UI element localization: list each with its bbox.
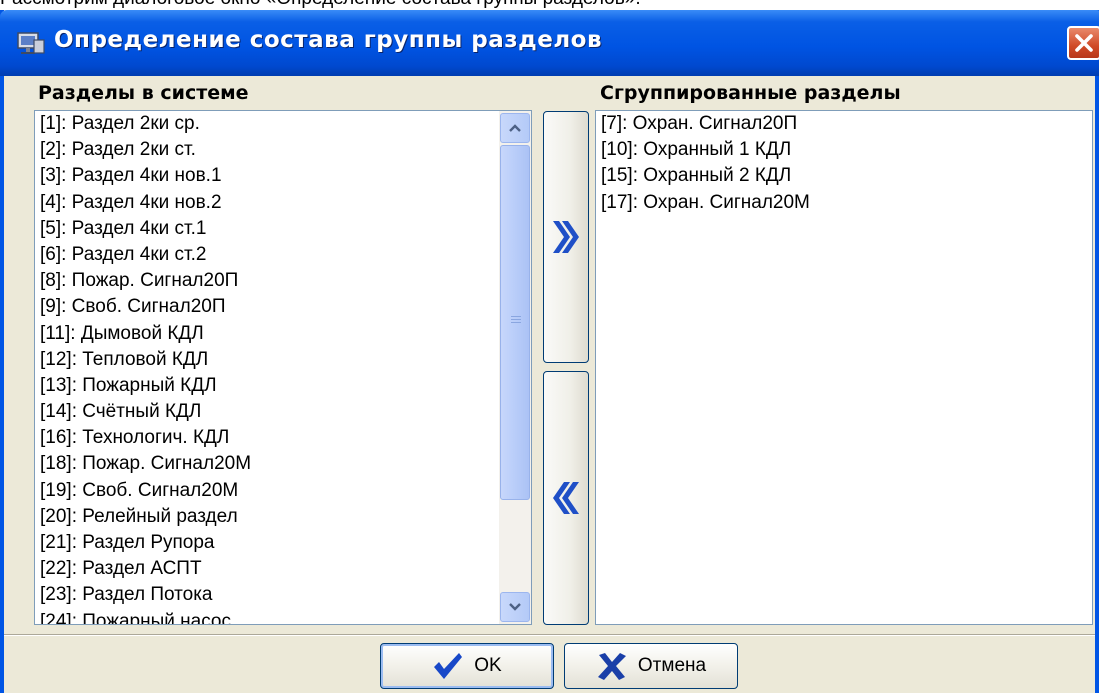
list-item[interactable]: [18]: Пожар. Сигнал20М — [35, 451, 251, 477]
scroll-up-button[interactable] — [500, 113, 530, 143]
list-item[interactable]: [15]: Охранный 2 КДЛ — [596, 163, 810, 189]
close-icon — [1075, 34, 1093, 52]
available-sections-list[interactable]: [1]: Раздел 2ки ср. [2]: Раздел 2ки ст. [3… — [34, 110, 532, 625]
scroll-grip — [511, 316, 521, 326]
list-item[interactable]: [19]: Своб. Сигнал20М — [35, 478, 251, 504]
chevron-up-icon — [509, 124, 521, 132]
cancel-button-label: Отмена — [637, 655, 707, 676]
double-chevron-left-icon — [553, 482, 579, 514]
checkmark-icon — [434, 653, 463, 679]
list-item[interactable]: [21]: Раздел Рупора — [35, 530, 251, 556]
list-item[interactable]: [10]: Охранный 1 КДЛ — [596, 137, 810, 163]
scroll-down-button[interactable] — [500, 592, 530, 622]
list-item[interactable]: [2]: Раздел 2ки ст. — [35, 137, 251, 163]
grouped-sections-label: Сгруппированные разделы — [600, 82, 901, 104]
ok-button[interactable]: OK — [380, 643, 554, 689]
list-item[interactable]: [9]: Своб. Сигнал20П — [35, 294, 251, 320]
list-item[interactable]: [5]: Раздел 4ки ст.1 — [35, 216, 251, 242]
list-item[interactable]: [17]: Охран. Сигнал20М — [596, 190, 810, 216]
list-item[interactable]: [14]: Счётный КДЛ — [35, 399, 251, 425]
list-item[interactable]: [12]: Тепловой КДЛ — [35, 347, 251, 373]
page-caption: Рассмотрим диалоговое окно «Определение … — [0, 0, 1099, 10]
remove-from-group-button[interactable] — [543, 371, 589, 625]
dialog-window: Определение состава группы разделов Разд… — [0, 10, 1099, 693]
list-item[interactable]: [24]: Пожарный насос — [35, 609, 251, 624]
title-bar[interactable]: Определение состава группы разделов — [0, 10, 1099, 76]
list-item[interactable]: [6]: Раздел 4ки ст.2 — [35, 242, 251, 268]
close-button[interactable] — [1067, 26, 1099, 60]
cross-icon — [597, 653, 626, 680]
list-item[interactable]: [11]: Дымовой КДЛ — [35, 321, 251, 347]
window-title: Определение состава группы разделов — [54, 27, 603, 53]
scroll-thumb[interactable] — [500, 145, 530, 500]
vertical-scrollbar[interactable] — [499, 111, 531, 624]
divider-highlight — [4, 635, 1095, 636]
list-item[interactable]: [16]: Технологич. КДЛ — [35, 425, 251, 451]
list-item[interactable]: [4]: Раздел 4ки нов.2 — [35, 190, 251, 216]
chevron-down-icon — [509, 603, 521, 611]
list-item[interactable]: [23]: Раздел Потока — [35, 582, 251, 608]
available-sections-label: Разделы в системе — [38, 82, 249, 104]
ok-button-label: OK — [474, 655, 502, 676]
app-icon — [17, 32, 45, 54]
double-chevron-right-icon — [553, 221, 579, 253]
list-item[interactable]: [7]: Охран. Сигнал20П — [596, 111, 810, 137]
list-item[interactable]: [20]: Релейный раздел — [35, 504, 251, 530]
add-to-group-button[interactable] — [543, 111, 589, 363]
list-item[interactable]: [8]: Пожар. Сигнал20П — [35, 268, 251, 294]
list-item[interactable]: [13]: Пожарный КДЛ — [35, 373, 251, 399]
list-item[interactable]: [1]: Раздел 2ки ср. — [35, 111, 251, 137]
list-item[interactable]: [22]: Раздел АСПТ — [35, 556, 251, 582]
grouped-sections-list[interactable]: [7]: Охран. Сигнал20П [10]: Охранный 1 КД… — [595, 110, 1093, 625]
cancel-button[interactable]: Отмена — [564, 643, 738, 689]
list-item[interactable]: [3]: Раздел 4ки нов.1 — [35, 163, 251, 189]
